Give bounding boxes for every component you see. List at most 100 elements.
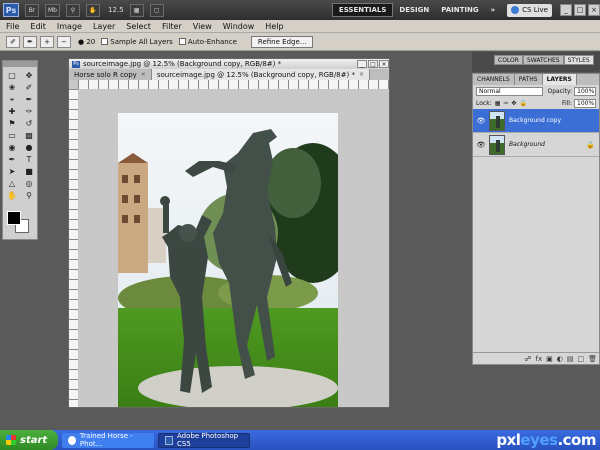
quick-selection-tool-icon[interactable]: ✐ — [21, 82, 37, 93]
brush-picker[interactable]: ● 20 — [78, 38, 95, 46]
document-titlebar[interactable]: Ps sourceimage.jpg @ 12.5% (Background c… — [69, 59, 389, 69]
new-layer-icon[interactable]: □ — [577, 355, 584, 363]
gradient-tool-icon[interactable]: ▩ — [21, 130, 37, 141]
marquee-tool-icon[interactable]: □ — [4, 70, 20, 81]
blur-tool-icon[interactable]: ◉ — [4, 142, 20, 153]
pen-tool-icon[interactable]: ✒ — [4, 154, 20, 165]
tab-swatches[interactable]: SWATCHES — [522, 55, 564, 65]
path-selection-tool-icon[interactable]: ➤ — [4, 166, 20, 177]
minimize-button[interactable]: _ — [560, 4, 572, 16]
tab-horse-solo-r-copy[interactable]: Horse solo R copy × — [69, 69, 152, 80]
new-group-icon[interactable]: ▤ — [567, 355, 574, 363]
taskbar-item-photoshop[interactable]: Adobe Photoshop CS5 — [158, 432, 250, 448]
lasso-tool-icon[interactable]: ❀ — [4, 82, 20, 93]
layer-style-icon[interactable]: fx — [536, 355, 543, 363]
type-tool-icon[interactable]: T — [21, 154, 37, 165]
new-selection-icon[interactable]: ✒ — [23, 35, 37, 48]
eyedropper-tool-icon[interactable]: ✒ — [21, 94, 37, 105]
tab-sourceimage[interactable]: sourceimage.jpg @ 12.5% (Background copy… — [151, 69, 370, 80]
dodge-tool-icon[interactable]: ● — [21, 142, 37, 153]
3d-tool-icon[interactable]: △ — [4, 178, 20, 189]
hand-tool-icon[interactable]: ✋ — [86, 3, 100, 17]
tab-channels[interactable]: CHANNELS — [473, 74, 515, 85]
close-button[interactable]: × — [588, 4, 600, 16]
delete-layer-icon[interactable]: 🗑 — [588, 355, 597, 363]
menu-select[interactable]: Select — [126, 22, 151, 31]
hand-tool-icon[interactable]: ✋ — [4, 190, 20, 201]
3d-camera-tool-icon[interactable]: ◎ — [21, 178, 37, 189]
screen-mode-button[interactable]: ▢ — [149, 3, 164, 17]
foreground-color-swatch[interactable] — [7, 211, 21, 225]
adjustment-layer-icon[interactable]: ◐ — [557, 355, 563, 363]
menu-filter[interactable]: Filter — [162, 22, 182, 31]
tab-close-icon[interactable]: × — [141, 71, 146, 78]
workspace-essentials[interactable]: ESSENTIALS — [331, 3, 394, 17]
layer-name: Background copy — [509, 117, 562, 124]
menu-window[interactable]: Window — [223, 22, 255, 31]
tab-layers[interactable]: LAYERS — [542, 74, 577, 85]
mini-bridge-button[interactable]: Mb — [45, 3, 60, 17]
horizontal-ruler[interactable] — [78, 80, 389, 89]
blend-mode-select[interactable]: Normal — [476, 86, 544, 96]
workspace-painting[interactable]: PAINTING — [435, 3, 484, 17]
healing-brush-tool-icon[interactable]: ✚ — [4, 106, 20, 117]
layer-background-copy[interactable]: 👁 Background copy — [473, 109, 599, 133]
document-minimize-button[interactable]: _ — [357, 60, 367, 68]
add-mask-icon[interactable]: ▣ — [546, 355, 553, 363]
sample-all-layers-option[interactable]: Sample All Layers — [101, 38, 173, 46]
arrange-documents-button[interactable]: ▦ — [129, 3, 144, 17]
sample-all-layers-checkbox[interactable] — [101, 38, 109, 45]
tab-paths[interactable]: PATHS — [515, 74, 543, 85]
menu-view[interactable]: View — [193, 22, 212, 31]
more-workspaces-button[interactable]: » — [485, 3, 502, 17]
eraser-tool-icon[interactable]: ▭ — [4, 130, 20, 141]
tab-label: Horse solo R copy — [74, 70, 137, 79]
move-tool-icon[interactable]: ✥ — [21, 70, 37, 81]
auto-enhance-checkbox[interactable] — [178, 38, 186, 45]
bridge-button[interactable]: Br — [25, 3, 39, 17]
cs-live-button[interactable]: CS Live — [507, 3, 552, 17]
menu-image[interactable]: Image — [57, 22, 82, 31]
menu-file[interactable]: File — [6, 22, 19, 31]
document-close-button[interactable]: × — [379, 60, 389, 68]
clone-stamp-tool-icon[interactable]: ⚑ — [4, 118, 20, 129]
fill-input[interactable]: 100% — [574, 98, 596, 108]
workspace-design[interactable]: DESIGN — [393, 3, 435, 17]
opacity-input[interactable]: 100% — [574, 86, 596, 96]
start-button[interactable]: start — [0, 430, 58, 450]
maximize-button[interactable]: □ — [574, 4, 586, 16]
shape-tool-icon[interactable]: ■ — [21, 166, 37, 177]
lock-image-icon[interactable]: ✑ — [503, 100, 508, 107]
windows-flag-icon — [6, 435, 16, 445]
blend-mode-value: Normal — [479, 87, 501, 95]
add-to-selection-icon[interactable]: + — [40, 35, 54, 48]
refine-edge-button[interactable]: Refine Edge... — [250, 35, 314, 48]
document-maximize-button[interactable]: □ — [368, 60, 378, 68]
zoom-tool-icon[interactable]: ⚲ — [21, 190, 37, 201]
lock-all-icon[interactable]: 🔒 — [519, 100, 526, 107]
pxleyes-watermark: pxleyes.com — [496, 431, 596, 449]
vertical-ruler[interactable] — [69, 89, 78, 407]
lock-position-icon[interactable]: ✥ — [511, 100, 516, 107]
auto-enhance-option[interactable]: Auto-Enhance — [178, 38, 237, 46]
crop-tool-icon[interactable]: ⌖ — [4, 94, 20, 105]
link-layers-icon[interactable]: ☍ — [524, 355, 531, 363]
quick-selection-preset-icon[interactable]: ✐ — [6, 35, 20, 48]
menu-edit[interactable]: Edit — [30, 22, 46, 31]
tab-color[interactable]: COLOR — [494, 55, 523, 65]
layer-background[interactable]: 👁 Background 🔒 — [473, 133, 599, 157]
zoom-tool-icon[interactable]: ⚲ — [66, 3, 80, 17]
menu-help[interactable]: Help — [265, 22, 283, 31]
lock-transparent-icon[interactable]: ▦ — [495, 100, 501, 107]
tab-close-icon[interactable]: × — [359, 71, 364, 78]
image-canvas[interactable] — [118, 113, 338, 407]
menu-layer[interactable]: Layer — [93, 22, 115, 31]
zoom-level[interactable]: 12.5 — [108, 6, 124, 14]
subtract-from-selection-icon[interactable]: − — [57, 35, 71, 48]
taskbar-item-browser[interactable]: Trained Horse - Phot... — [62, 432, 154, 448]
brush-tool-icon[interactable]: ✑ — [21, 106, 37, 117]
history-brush-tool-icon[interactable]: ↺ — [21, 118, 37, 129]
eye-icon[interactable]: 👁 — [476, 140, 486, 150]
eye-icon[interactable]: 👁 — [476, 116, 486, 126]
tab-styles[interactable]: STYLES — [563, 55, 594, 65]
